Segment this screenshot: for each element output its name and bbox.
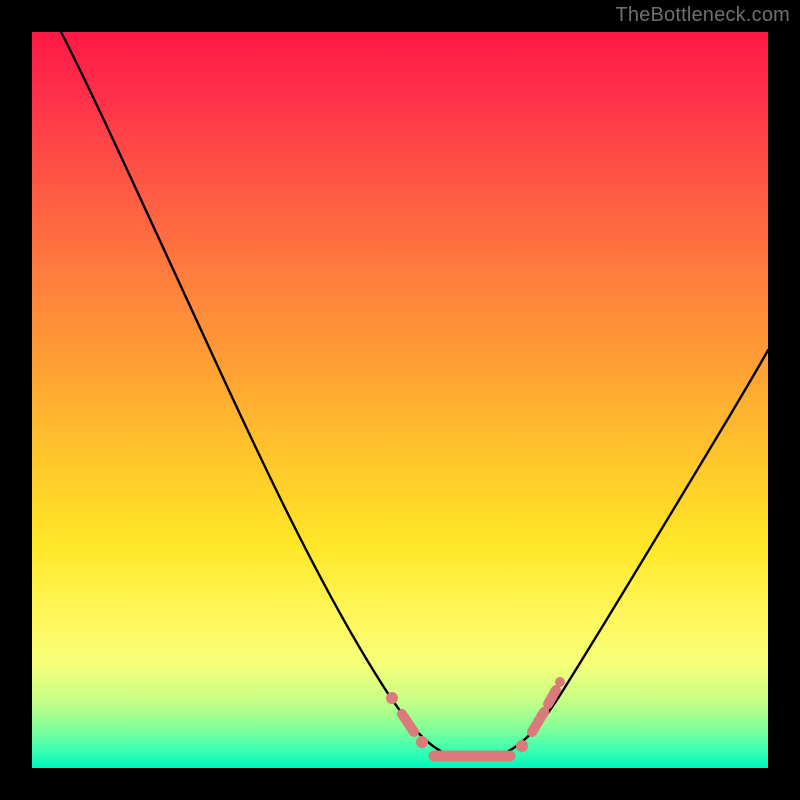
highlight-band: [386, 677, 565, 756]
bottleneck-curve-path: [61, 32, 768, 756]
plot-area: [32, 32, 768, 768]
chart-frame: TheBottleneck.com: [0, 0, 800, 800]
curve-svg: [32, 32, 768, 768]
watermark-text: TheBottleneck.com: [615, 4, 790, 27]
